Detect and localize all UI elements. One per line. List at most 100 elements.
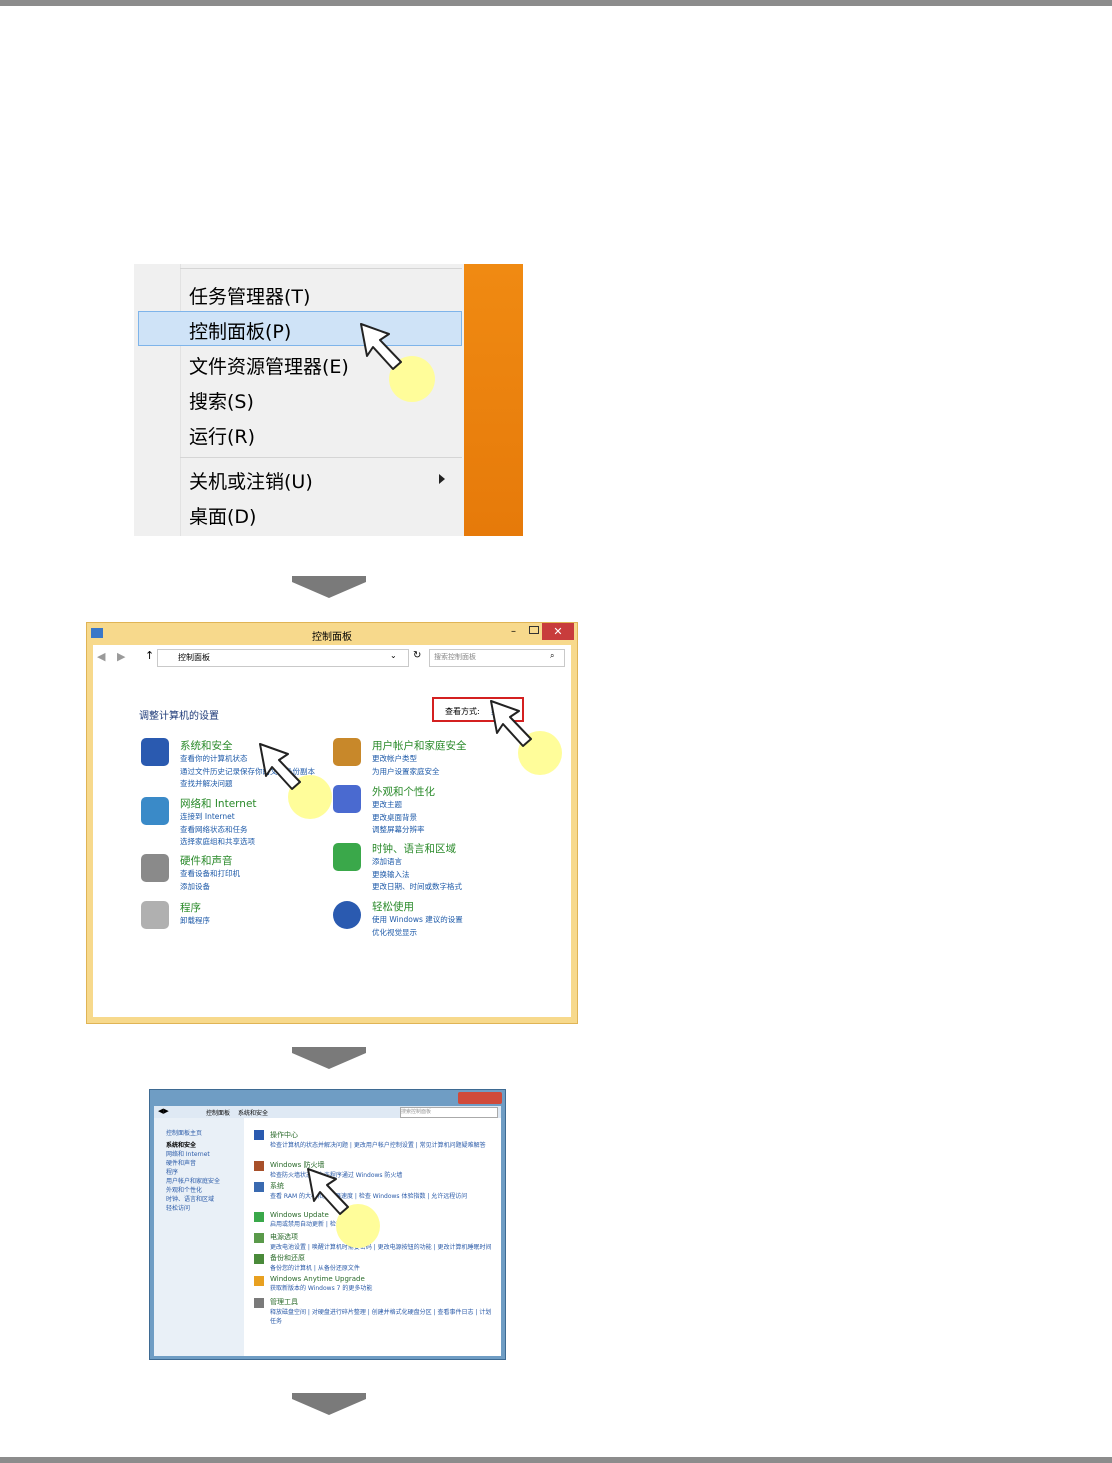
window-content: 控制面板主页 系统和安全 网络和 Internet 硬件和声音 程序 用户帐户和… bbox=[154, 1118, 501, 1356]
power-options-icon bbox=[254, 1233, 264, 1243]
user-accounts-icon[interactable] bbox=[333, 738, 361, 766]
network-icon[interactable] bbox=[141, 797, 169, 825]
address-bar[interactable]: 控制面板 ⌄ bbox=[157, 649, 409, 667]
link-change-theme[interactable]: 更改主题 bbox=[372, 799, 435, 812]
section-system[interactable]: 系统 bbox=[270, 1181, 467, 1191]
search-icon[interactable]: ⌕ bbox=[550, 651, 554, 661]
anytime-upgrade-icon bbox=[254, 1276, 264, 1286]
firewall-icon bbox=[254, 1161, 264, 1171]
category-programs[interactable]: 程序 bbox=[180, 900, 210, 915]
section-action-center[interactable]: 操作中心 bbox=[270, 1130, 486, 1140]
sidebar-item-programs[interactable]: 程序 bbox=[166, 1167, 178, 1176]
sidebar-item-network[interactable]: 网络和 Internet bbox=[166, 1149, 210, 1158]
down-arrow-icon bbox=[292, 576, 366, 598]
link-homegroup[interactable]: 选择家庭组和共享选项 bbox=[180, 836, 257, 849]
section-admin-tools-links[interactable]: 释放磁盘空间 | 对硬盘进行碎片整理 | 创建并格式化硬盘分区 | 查看事件日志… bbox=[270, 1307, 496, 1325]
mouse-pointer-icon bbox=[360, 323, 402, 370]
category-clock-region[interactable]: 时钟、语言和区域 bbox=[372, 841, 462, 856]
maximize-button[interactable] bbox=[529, 626, 539, 634]
address-bar[interactable]: ◀▶ 控制面板 系统和安全 搜索控制面板 bbox=[154, 1106, 501, 1118]
link-change-account-type[interactable]: 更改帐户类型 bbox=[372, 753, 467, 766]
menu-highlight bbox=[138, 311, 462, 346]
taskbar-background bbox=[464, 264, 523, 536]
category-hardware-sound[interactable]: 硬件和声音 bbox=[180, 853, 240, 868]
close-button[interactable]: ✕ bbox=[542, 623, 574, 640]
section-action-center-links[interactable]: 检查计算机的状态并解决问题 | 更改用户帐户控制设置 | 常见计算机问题疑难解答 bbox=[270, 1140, 486, 1149]
section-backup-links[interactable]: 备份您的计算机 | 从备份还原文件 bbox=[270, 1263, 360, 1272]
search-box[interactable]: 搜索控制面板 ⌕ bbox=[429, 649, 565, 667]
link-add-device[interactable]: 添加设备 bbox=[180, 881, 240, 894]
system-security-icon[interactable] bbox=[141, 738, 169, 766]
back-button[interactable]: ◀ bbox=[97, 650, 105, 663]
submenu-arrow-icon bbox=[439, 474, 445, 484]
forward-button[interactable]: ▶ bbox=[117, 650, 125, 663]
section-system-links[interactable]: 查看 RAM 的大小和处理器速度 | 检查 Windows 体验指数 | 允许远… bbox=[270, 1191, 467, 1200]
breadcrumb[interactable]: 控制面板 bbox=[178, 652, 210, 663]
link-uninstall[interactable]: 卸载程序 bbox=[180, 915, 210, 928]
section-power[interactable]: 电源选项 bbox=[270, 1232, 492, 1242]
link-date-time-format[interactable]: 更改日期、时间或数字格式 bbox=[372, 881, 462, 894]
link-optimize-display[interactable]: 优化视觉显示 bbox=[372, 927, 463, 940]
system-icon bbox=[254, 1182, 264, 1192]
menu-gutter bbox=[180, 264, 181, 536]
section-power-links[interactable]: 更改电池设置 | 唤醒计算机时需要密码 | 更改电源按钮的功能 | 更改计算机睡… bbox=[270, 1242, 492, 1251]
search-box[interactable]: 搜索控制面板 bbox=[400, 1107, 498, 1118]
category-appearance[interactable]: 外观和个性化 bbox=[372, 784, 435, 799]
link-add-language[interactable]: 添加语言 bbox=[372, 856, 462, 869]
admin-tools-icon bbox=[254, 1298, 264, 1308]
link-network-status[interactable]: 查看网络状态和任务 bbox=[180, 824, 257, 837]
refresh-icon[interactable]: ↻ bbox=[413, 650, 421, 661]
clock-region-icon[interactable] bbox=[333, 843, 361, 871]
breadcrumb-system-security[interactable]: 系统和安全 bbox=[238, 1108, 268, 1117]
programs-icon[interactable] bbox=[141, 901, 169, 929]
appearance-icon[interactable] bbox=[333, 785, 361, 813]
down-arrow-icon bbox=[292, 1393, 366, 1415]
sidebar-item-user-accounts[interactable]: 用户帐户和家庭安全 bbox=[166, 1176, 220, 1185]
link-desktop-background[interactable]: 更改桌面背景 bbox=[372, 812, 435, 825]
nav-buttons[interactable]: ◀▶ bbox=[158, 1107, 169, 1115]
sidebar-item-clock[interactable]: 时钟、语言和区域 bbox=[166, 1194, 214, 1203]
up-button[interactable]: ↑ bbox=[145, 649, 154, 662]
ease-of-access-icon[interactable] bbox=[333, 901, 361, 929]
link-devices-printers[interactable]: 查看设备和打印机 bbox=[180, 868, 240, 881]
breadcrumb-control-panel[interactable]: 控制面板 bbox=[206, 1108, 230, 1117]
link-recommended-settings[interactable]: 使用 Windows 建议的设置 bbox=[372, 914, 463, 927]
link-connect-internet[interactable]: 连接到 Internet bbox=[180, 811, 257, 824]
section-backup[interactable]: 备份和还原 bbox=[270, 1253, 360, 1263]
menu-separator bbox=[180, 457, 462, 458]
menu-item-desktop[interactable]: 桌面(D) bbox=[189, 502, 256, 529]
menu-item-search[interactable]: 搜索(S) bbox=[189, 387, 254, 414]
down-arrow-icon bbox=[292, 1047, 366, 1069]
windows-update-icon bbox=[254, 1212, 264, 1222]
sidebar-item-ease[interactable]: 轻松访问 bbox=[166, 1203, 190, 1212]
category-user-accounts[interactable]: 用户帐户和家庭安全 bbox=[372, 738, 467, 753]
menu-item-control-panel[interactable]: 控制面板(P) bbox=[189, 317, 291, 344]
menu-item-shutdown[interactable]: 关机或注销(U) bbox=[189, 467, 313, 494]
category-network[interactable]: 网络和 Internet bbox=[180, 796, 257, 811]
sidebar-item-system-security[interactable]: 系统和安全 bbox=[166, 1140, 196, 1149]
link-screen-resolution[interactable]: 调整屏幕分辨率 bbox=[372, 824, 435, 837]
address-dropdown-icon[interactable]: ⌄ bbox=[390, 651, 397, 660]
window-titlebar: 控制面板 – ✕ bbox=[87, 623, 577, 645]
window-controls[interactable] bbox=[458, 1092, 502, 1104]
mouse-pointer-icon bbox=[259, 743, 301, 790]
sidebar-item-appearance[interactable]: 外观和个性化 bbox=[166, 1185, 202, 1194]
menu-item-task-manager[interactable]: 任务管理器(T) bbox=[189, 282, 310, 309]
category-ease-of-access[interactable]: 轻松使用 bbox=[372, 899, 463, 914]
top-rule bbox=[0, 0, 1112, 6]
window-title: 控制面板 bbox=[312, 632, 352, 643]
start-context-menu-screenshot: 任务管理器(T) 控制面板(P) 文件资源管理器(E) 搜索(S) 运行(R) … bbox=[134, 264, 523, 536]
menu-item-run[interactable]: 运行(R) bbox=[189, 422, 255, 449]
sidebar-item-home[interactable]: 控制面板主页 bbox=[166, 1128, 202, 1137]
section-anytime-upgrade-links[interactable]: 获取新版本的 Windows 7 的更多功能 bbox=[270, 1283, 372, 1292]
search-placeholder: 搜索控制面板 bbox=[434, 653, 476, 661]
minimize-button[interactable]: – bbox=[511, 626, 516, 637]
hardware-sound-icon[interactable] bbox=[141, 854, 169, 882]
section-anytime-upgrade[interactable]: Windows Anytime Upgrade bbox=[270, 1275, 372, 1283]
backup-icon bbox=[254, 1254, 264, 1264]
sidebar-item-hardware[interactable]: 硬件和声音 bbox=[166, 1158, 196, 1167]
menu-item-file-explorer[interactable]: 文件资源管理器(E) bbox=[189, 352, 349, 379]
link-family-safety[interactable]: 为用户设置家庭安全 bbox=[372, 766, 467, 779]
section-admin-tools[interactable]: 管理工具 bbox=[270, 1297, 496, 1307]
link-change-input[interactable]: 更换输入法 bbox=[372, 869, 462, 882]
